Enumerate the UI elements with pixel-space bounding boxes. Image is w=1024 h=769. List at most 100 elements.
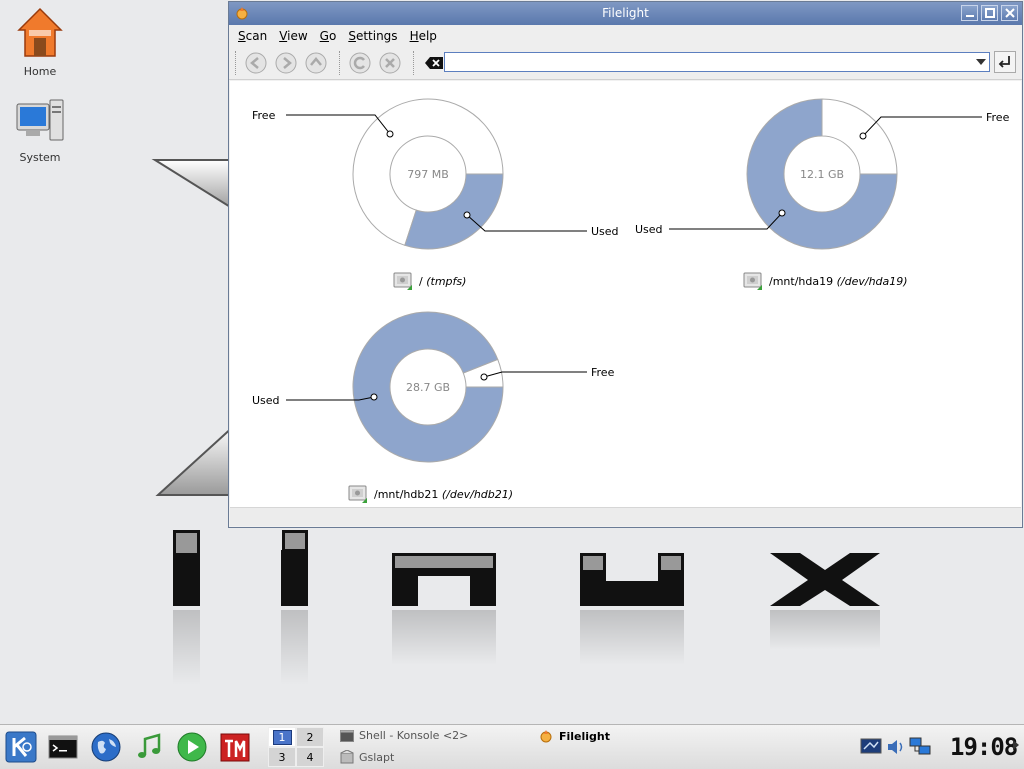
display-settings-icon bbox=[860, 738, 882, 754]
free-marker-0 bbox=[386, 130, 394, 138]
enter-arrow-icon bbox=[998, 56, 1010, 68]
fs-label-1[interactable]: /mnt/hda19 (/dev/hda19) bbox=[743, 271, 908, 291]
terminal-icon bbox=[340, 729, 354, 742]
pager-desktop-4[interactable]: 4 bbox=[296, 747, 324, 767]
browser-launcher[interactable] bbox=[89, 730, 123, 764]
chevron-down-icon bbox=[976, 59, 986, 65]
tray-volume-icon[interactable] bbox=[886, 737, 906, 757]
task-konsole[interactable]: Shell - Konsole <2> bbox=[340, 729, 468, 742]
game-launcher[interactable] bbox=[218, 730, 252, 764]
up-button[interactable] bbox=[303, 50, 329, 76]
back-arrow-icon bbox=[245, 52, 267, 74]
fs-mount-0: / bbox=[419, 274, 423, 288]
music-player-launcher[interactable] bbox=[132, 730, 166, 764]
desktop-system-label: System bbox=[19, 151, 61, 164]
location-input[interactable] bbox=[444, 52, 990, 72]
location-dropdown-button[interactable] bbox=[973, 53, 989, 71]
used-label-0: Used bbox=[591, 225, 619, 238]
maximize-button[interactable] bbox=[981, 5, 998, 21]
disk-usage-charts: 797 MB Free Used 12.1 GB Free Used 28.7 GB Free… bbox=[252, 98, 1010, 463]
used-marker-0 bbox=[463, 211, 471, 219]
disk-size-label-0: 797 MB bbox=[407, 168, 449, 181]
terminal-launcher[interactable] bbox=[46, 730, 80, 764]
kmenu-button[interactable] bbox=[4, 730, 38, 764]
disk-size-label-1: 12.1 GB bbox=[800, 168, 844, 181]
disk-donut-2[interactable]: 28.7 GB Free Used bbox=[252, 311, 615, 463]
taskbar: 1 2 3 4 Shell - Konsole <2> Gslapt Filel… bbox=[0, 724, 1024, 769]
desktop-home-label: Home bbox=[23, 65, 57, 78]
toolbar-grip-2[interactable] bbox=[339, 51, 343, 75]
used-marker-1 bbox=[778, 209, 786, 217]
used-segment-0[interactable] bbox=[404, 173, 504, 250]
free-marker-2 bbox=[480, 373, 488, 381]
rescan-button[interactable] bbox=[347, 50, 373, 76]
computer-icon bbox=[16, 99, 64, 141]
toolbar bbox=[229, 47, 1022, 80]
desktop-home-icon[interactable]: Home bbox=[0, 6, 80, 78]
pager-desktop-1[interactable]: 1 bbox=[268, 727, 296, 747]
rescan-icon bbox=[349, 52, 371, 74]
tray-expand-button[interactable] bbox=[1012, 739, 1020, 751]
used-label-2: Used bbox=[252, 394, 280, 407]
fs-device-1: (/dev/hda19) bbox=[836, 274, 908, 288]
free-label-0: Free bbox=[252, 109, 276, 122]
speaker-icon bbox=[888, 740, 903, 754]
toolbar-grip[interactable] bbox=[235, 51, 239, 75]
desktop-pager: 1 2 3 4 bbox=[268, 727, 324, 767]
globe-icon bbox=[91, 732, 121, 762]
up-arrow-icon bbox=[305, 52, 327, 74]
filelight-window: Filelight Scan View Go Settings Help 797… bbox=[228, 1, 1023, 528]
used-marker-2 bbox=[370, 393, 378, 401]
hard-drive-icon bbox=[348, 485, 367, 503]
menu-go[interactable]: Go bbox=[315, 29, 342, 43]
clock[interactable]: 19:08 bbox=[950, 733, 1018, 761]
task-filelight[interactable]: Filelight bbox=[538, 729, 610, 743]
menubar: Scan View Go Settings Help bbox=[229, 25, 1022, 47]
minimize-button[interactable] bbox=[961, 5, 978, 21]
toolbar-grip-3[interactable] bbox=[413, 51, 417, 75]
chevron-right-icon bbox=[1013, 740, 1019, 750]
window-title: Filelight bbox=[602, 6, 649, 20]
close-button[interactable] bbox=[1001, 5, 1018, 21]
free-label-1: Free bbox=[986, 111, 1010, 124]
stop-button[interactable] bbox=[377, 50, 403, 76]
package-icon bbox=[340, 750, 354, 764]
hard-drive-icon bbox=[393, 272, 412, 290]
tray-network-icon[interactable] bbox=[908, 737, 932, 757]
minimize-icon bbox=[965, 15, 974, 17]
tray-display-icon[interactable] bbox=[860, 737, 882, 755]
pager-desktop-2[interactable]: 2 bbox=[296, 727, 324, 747]
network-icon bbox=[909, 737, 931, 755]
window-titlebar[interactable]: Filelight bbox=[229, 2, 1022, 25]
fs-device-0: (tmpfs) bbox=[426, 274, 467, 288]
forward-button[interactable] bbox=[273, 50, 299, 76]
filelight-app-icon bbox=[540, 730, 552, 743]
menu-help[interactable]: Help bbox=[405, 29, 442, 43]
free-marker-1 bbox=[859, 132, 867, 140]
fs-mount-2: /mnt/hdb21 bbox=[374, 487, 439, 501]
play-icon bbox=[177, 732, 207, 762]
go-button[interactable] bbox=[994, 51, 1016, 73]
free-segment-1[interactable] bbox=[821, 98, 898, 175]
fs-label-0[interactable]: / (tmpfs) bbox=[393, 271, 466, 291]
disk-size-label-2: 28.7 GB bbox=[406, 381, 450, 394]
pager-desktop-3[interactable]: 3 bbox=[268, 747, 296, 767]
close-icon bbox=[1004, 8, 1015, 18]
menu-settings[interactable]: Settings bbox=[343, 29, 402, 43]
desktop-system-icon[interactable]: System bbox=[0, 98, 80, 164]
statusbar bbox=[230, 507, 1021, 526]
media-player-launcher[interactable] bbox=[175, 730, 209, 764]
menu-view[interactable]: View bbox=[274, 29, 312, 43]
stop-icon bbox=[379, 52, 401, 74]
menu-scan[interactable]: Scan bbox=[233, 29, 272, 43]
task-gslapt[interactable]: Gslapt bbox=[340, 750, 394, 764]
back-button[interactable] bbox=[243, 50, 269, 76]
free-label-2: Free bbox=[591, 366, 615, 379]
clear-location-icon bbox=[425, 57, 443, 69]
disk-donut-0[interactable]: 797 MB Free Used bbox=[252, 98, 619, 250]
fs-label-2[interactable]: /mnt/hdb21 (/dev/hdb21) bbox=[348, 484, 513, 504]
forward-arrow-icon bbox=[275, 52, 297, 74]
music-note-icon bbox=[138, 733, 161, 758]
game-icon bbox=[220, 733, 250, 762]
disk-donut-1[interactable]: 12.1 GB Free Used bbox=[635, 98, 1010, 250]
